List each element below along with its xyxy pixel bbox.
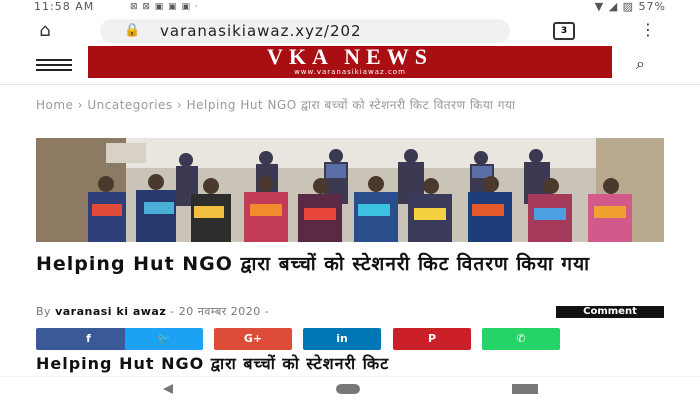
browser-toolbar: ⌂ 🔒 varanasikiawaz.xyz/202 3 ⋮ xyxy=(0,16,700,46)
article-meta: By varanasi ki awaz - 20 नवम्बर 2020 - xyxy=(36,304,269,319)
whatsapp-share-button[interactable]: ✆ xyxy=(482,328,560,350)
hamburger-menu-icon[interactable] xyxy=(36,59,72,71)
more-menu-icon[interactable]: ⋮ xyxy=(640,20,656,39)
pinterest-share-button[interactable]: P xyxy=(393,328,471,350)
article-title: Helping Hut NGO द्वारा बच्चों को स्टेशनर… xyxy=(36,253,591,275)
breadcrumb-separator: › xyxy=(73,98,88,112)
whatsapp-icon: ✆ xyxy=(516,332,526,345)
battery-level: ▼ ◢ ▨ 57% xyxy=(594,0,666,13)
featured-image xyxy=(36,138,664,242)
back-icon[interactable] xyxy=(163,384,173,394)
search-icon[interactable]: ⌕ xyxy=(636,54,645,74)
twitter-share-button[interactable]: 🐦 xyxy=(125,328,203,350)
site-logo[interactable]: VKA NEWS www.varanasikiawaz.com xyxy=(88,46,612,78)
pinterest-icon: P xyxy=(427,332,437,345)
system-navigation-bar xyxy=(0,376,700,401)
linkedin-icon: in xyxy=(336,332,348,345)
breadcrumb: Home › Uncategories › Helping Hut NGO द्… xyxy=(36,98,666,112)
lock-icon: 🔒 xyxy=(124,23,141,38)
breadcrumb-home[interactable]: Home xyxy=(36,98,73,112)
home-button-icon[interactable] xyxy=(336,384,360,394)
address-bar[interactable]: 🔒 varanasikiawaz.xyz/202 xyxy=(100,19,510,43)
site-header: VKA NEWS www.varanasikiawaz.com ⌕ xyxy=(0,46,700,85)
google-plus-icon: G+ xyxy=(243,332,263,345)
status-bar: 11:58 AM ⊠ ⊠ ▣ ▣ ▣ · ▼ ◢ ▨ 57% xyxy=(0,0,700,16)
home-icon[interactable]: ⌂ xyxy=(28,21,62,41)
author-link[interactable]: varanasi ki awaz xyxy=(55,305,166,318)
breadcrumb-category[interactable]: Uncategories xyxy=(87,98,172,112)
tab-switcher-button[interactable]: 3 xyxy=(553,22,575,40)
meta-separator: - xyxy=(260,305,270,318)
twitter-icon: 🐦 xyxy=(157,332,171,345)
comment-button[interactable]: Comment xyxy=(556,306,664,318)
google-plus-share-button[interactable]: G+ xyxy=(214,328,292,350)
facebook-icon: f xyxy=(86,332,91,345)
url-text: varanasikiawaz.xyz/202 xyxy=(160,22,362,40)
status-time: 11:58 AM xyxy=(34,0,95,13)
battery-percent: 57% xyxy=(638,0,666,13)
article-date: 20 नवम्बर 2020 xyxy=(178,305,261,318)
meta-separator: - xyxy=(166,305,179,318)
breadcrumb-current: Helping Hut NGO द्वारा बच्चों को स्टेशनर… xyxy=(186,98,516,112)
article-body-snippet: Helping Hut NGO द्वारा बच्चों को स्टेशनर… xyxy=(36,354,390,373)
notification-icons: ⊠ ⊠ ▣ ▣ ▣ · xyxy=(130,2,199,12)
logo-tagline: www.varanasikiawaz.com xyxy=(294,68,406,76)
breadcrumb-separator: › xyxy=(172,98,187,112)
recent-apps-icon[interactable] xyxy=(512,384,538,394)
by-label: By xyxy=(36,305,52,318)
logo-title: VKA NEWS xyxy=(267,46,433,69)
linkedin-share-button[interactable]: in xyxy=(303,328,381,350)
